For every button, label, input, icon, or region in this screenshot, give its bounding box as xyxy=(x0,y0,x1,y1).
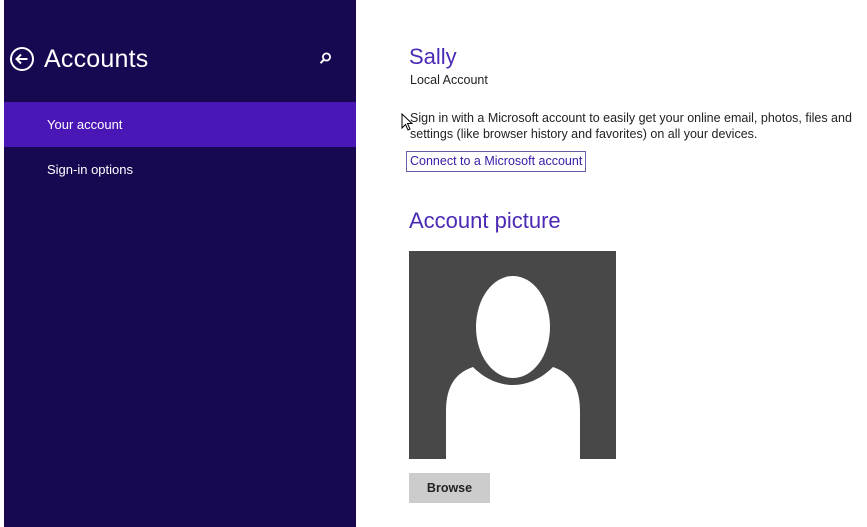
sidebar: Accounts Your account Sign-in options xyxy=(4,0,356,527)
user-name: Sally xyxy=(409,44,457,69)
sidebar-header: Accounts xyxy=(4,40,356,80)
main-content: Sally Local Account Sign in with a Micro… xyxy=(356,0,867,527)
search-icon xyxy=(319,52,331,64)
back-button[interactable] xyxy=(9,46,35,72)
sidebar-item-your-account[interactable]: Your account xyxy=(4,102,356,147)
page-title: Accounts xyxy=(44,45,149,73)
account-picture-title: Account picture xyxy=(409,208,561,233)
connect-microsoft-account-link[interactable]: Connect to a Microsoft account xyxy=(406,151,587,172)
sign-in-message: Sign in with a Microsoft account to easi… xyxy=(410,111,852,141)
account-picture xyxy=(409,251,616,459)
browse-button[interactable]: Browse xyxy=(409,473,490,503)
sidebar-nav: Your account Sign-in options xyxy=(4,102,356,192)
account-type: Local Account xyxy=(410,73,488,87)
sidebar-item-sign-in-options[interactable]: Sign-in options xyxy=(4,147,356,192)
circle-back-arrow-icon xyxy=(10,47,34,71)
default-user-silhouette-icon xyxy=(446,276,580,459)
accounts-settings-page: Accounts Your account Sign-in options Sa… xyxy=(0,0,867,527)
search-button[interactable] xyxy=(316,50,334,68)
mouse-cursor-icon xyxy=(401,113,413,131)
